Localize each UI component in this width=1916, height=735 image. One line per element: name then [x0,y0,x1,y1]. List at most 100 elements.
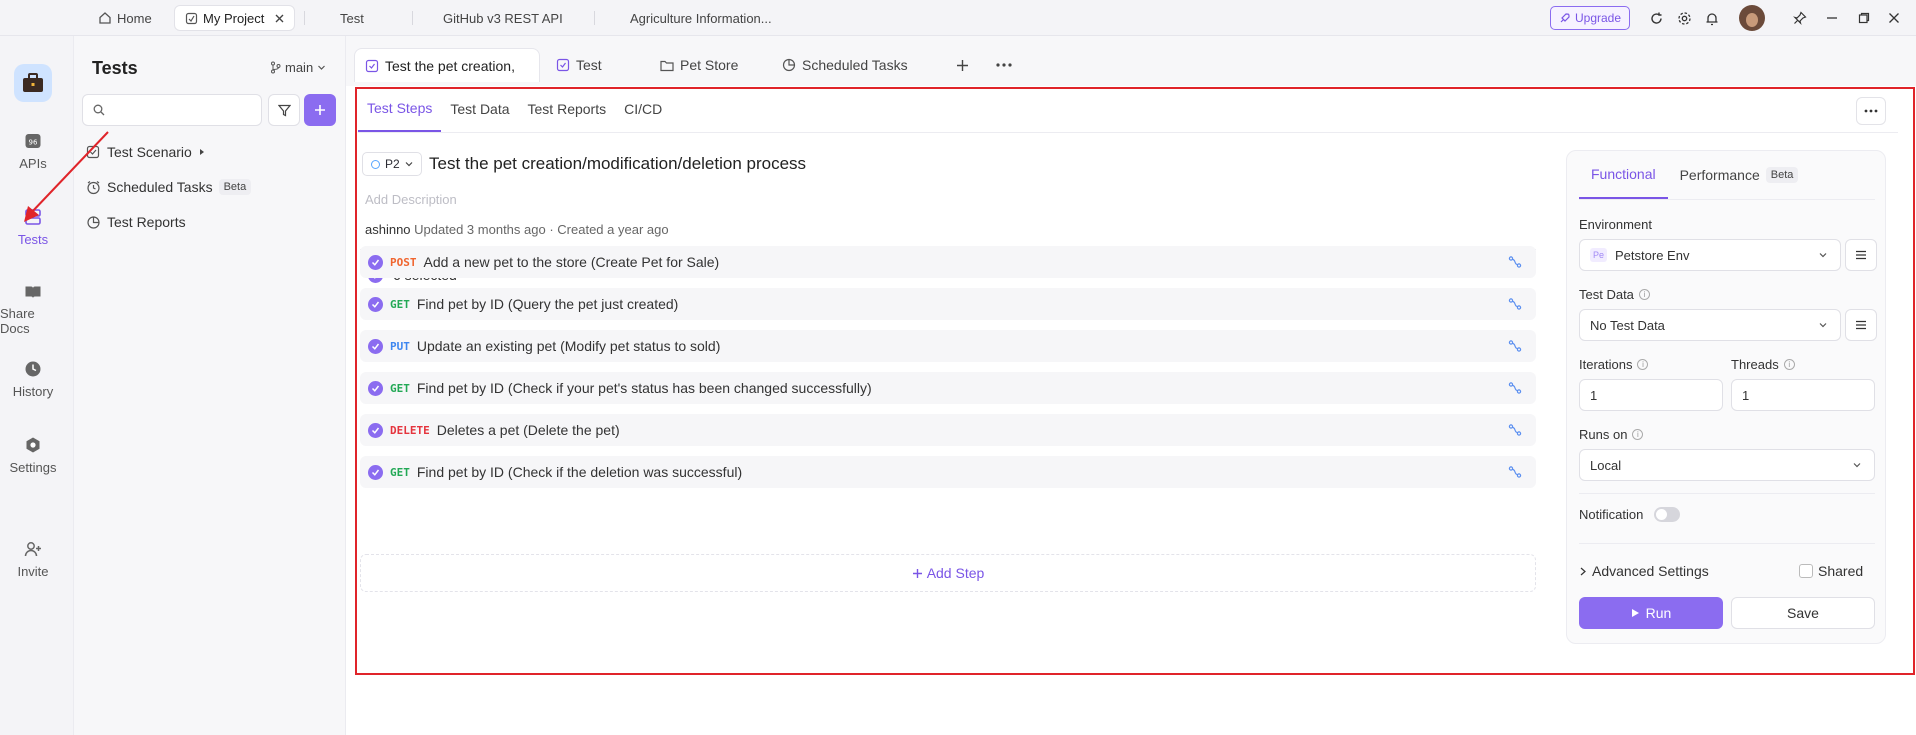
bell-icon[interactable] [1702,6,1722,30]
test-step-row[interactable]: POST Add a new pet to the store (Create P… [360,246,1536,278]
test-step-row[interactable]: GET Find pet by ID (Query the pet just cr… [360,288,1536,320]
test-data-manage-button[interactable] [1845,309,1877,341]
filter-button[interactable] [268,94,300,126]
sidebar-item-test-reports[interactable]: Test Reports [86,214,186,230]
branch-selector[interactable]: main [270,60,326,75]
tab-test-steps[interactable]: Test Steps [358,86,442,132]
save-label: Save [1787,605,1819,621]
new-tab-button[interactable] [946,48,979,82]
sidebar-item-label: Test Reports [107,214,186,230]
tab-label: GitHub v3 REST API [443,10,563,26]
environment-manage-button[interactable] [1845,239,1877,271]
check-icon[interactable] [368,296,383,312]
tab-functional[interactable]: Functional [1579,151,1668,199]
link-step-icon[interactable] [1508,339,1522,353]
avatar[interactable] [1739,5,1765,31]
project-logo[interactable] [14,64,52,102]
gear-icon[interactable] [1674,6,1694,30]
tab-pet-store[interactable]: Pet Store [650,48,748,82]
rail-item-apis[interactable]: 96 APIs [0,132,66,171]
tab-ci-cd[interactable]: CI/CD [615,86,671,132]
info-icon[interactable]: i [1783,359,1795,370]
link-step-icon[interactable] [1508,381,1522,395]
more-tabs-button[interactable] [986,48,1022,82]
divider [358,132,1898,133]
beta-badge: Beta [1765,167,1799,183]
environment-select[interactable]: Pe Petstore Env [1579,239,1841,271]
link-step-icon[interactable] [1508,297,1522,311]
check-icon[interactable] [368,338,383,354]
tab-performance[interactable]: Performance Beta [1668,151,1811,199]
check-icon[interactable] [368,464,383,480]
tab-my-project[interactable]: My Project [174,5,296,31]
runs-on-select[interactable]: Local [1579,449,1875,481]
tab-test-reports[interactable]: Test Reports [519,86,616,132]
tab-test[interactable]: Test [330,5,374,31]
test-case-title[interactable]: Test the pet creation/modification/delet… [429,154,806,174]
test-step-row[interactable]: PUT Update an existing pet (Modify pet st… [360,330,1536,362]
http-method: PUT [390,339,410,353]
upgrade-label: Upgrade [1575,11,1622,25]
link-step-icon[interactable] [1508,423,1522,437]
rail-item-share-docs[interactable]: Share Docs [0,284,66,336]
sidebar-item-test-scenario[interactable]: Test Scenario [86,144,206,160]
test-data-select[interactable]: No Test Data [1579,309,1841,341]
link-step-icon[interactable] [1508,255,1522,269]
close-window-icon[interactable] [1884,6,1904,30]
rail-item-invite[interactable]: Invite [0,540,66,579]
close-icon[interactable] [275,14,284,23]
caret-right-icon[interactable] [198,148,206,156]
advanced-settings-toggle[interactable]: Advanced Settings [1579,563,1709,579]
rail-item-settings[interactable]: Settings [0,436,66,475]
label-text: Runs on [1579,427,1628,442]
project-icon [185,12,198,25]
save-button[interactable]: Save [1731,597,1875,629]
check-icon[interactable] [368,254,383,270]
sync-icon[interactable] [1646,6,1666,30]
tab-github[interactable]: GitHub v3 REST API [433,5,573,31]
shared-checkbox[interactable] [1799,564,1813,578]
notification-toggle[interactable] [1654,507,1681,522]
sub-tabs: Test Steps Test Data Test Reports CI/CD [358,86,671,132]
iterations-value: 1 [1590,387,1598,403]
more-options-button[interactable] [1856,97,1886,125]
tab-scheduled-tasks[interactable]: Scheduled Tasks [772,48,918,82]
test-step-row[interactable]: GET Find pet by ID (Check if your pet's s… [360,372,1536,404]
info-icon[interactable]: i [1638,289,1650,300]
add-button[interactable] [304,94,336,126]
add-step-label: Add Step [926,565,985,581]
priority-selector[interactable]: P2 [362,152,422,176]
test-step-row[interactable]: DELETE Deletes a pet (Delete the pet) [360,414,1536,446]
threads-input[interactable]: 1 [1731,379,1875,411]
add-step-button[interactable]: Add Step [360,554,1536,592]
upgrade-button[interactable]: Upgrade [1550,6,1631,30]
description-field[interactable]: Add Description [365,192,457,207]
minimize-icon[interactable] [1822,6,1842,30]
check-icon[interactable] [368,422,383,438]
run-button[interactable]: Run [1579,597,1723,629]
test-step-row[interactable]: GET Find pet by ID (Check if the deletion… [360,456,1536,488]
rail-item-history[interactable]: History [0,360,66,399]
test-case-icon [365,59,379,73]
environment-label: Environment [1579,217,1652,232]
tab-home[interactable]: Home [88,5,162,31]
info-icon[interactable]: i [1637,359,1649,370]
restore-icon[interactable] [1854,6,1874,30]
pin-icon[interactable] [1790,6,1810,30]
search-icon [93,104,105,116]
search-input[interactable] [111,102,251,118]
tab-test-pet-creation[interactable]: Test the pet creation, [354,48,540,82]
sidebar-item-scheduled-tasks[interactable]: Scheduled Tasks Beta [86,179,252,195]
iterations-input[interactable]: 1 [1579,379,1723,411]
tab-test[interactable]: Test [546,48,612,82]
info-icon[interactable]: i [1632,429,1644,440]
tab-agriculture[interactable]: Agriculture Information... [620,5,782,31]
check-icon[interactable] [368,380,383,396]
link-step-icon[interactable] [1508,465,1522,479]
search-box[interactable] [82,94,262,126]
run-label: Run [1645,605,1672,621]
tab-test-data[interactable]: Test Data [441,86,518,132]
shared-checkbox-row[interactable]: Shared [1799,563,1863,579]
branch-name: main [285,60,314,75]
rail-item-tests[interactable]: Tests [0,208,66,247]
